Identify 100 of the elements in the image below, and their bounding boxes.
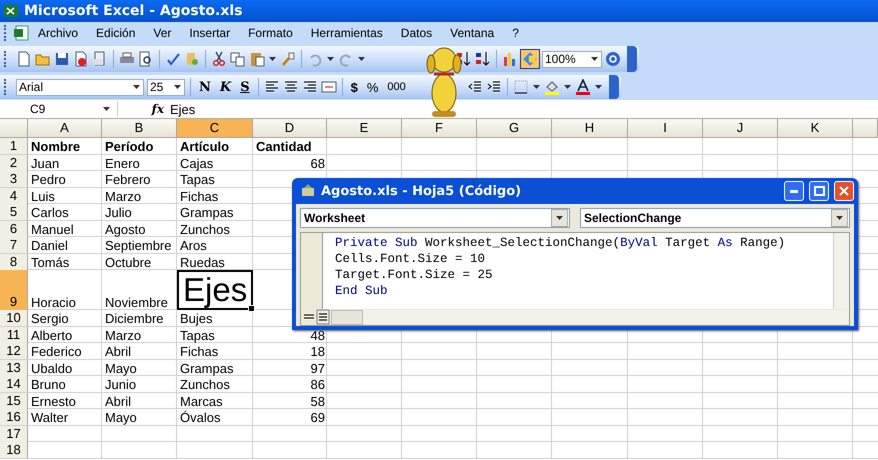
table-cell[interactable]: Enero [102,154,177,170]
menu-item[interactable]: Archivo [29,26,88,40]
module-view-icon[interactable] [316,309,330,325]
vertical-scrollbar[interactable] [833,233,849,309]
name-box[interactable]: C9 [0,101,118,117]
minimize-button[interactable] [784,181,804,201]
table-cell[interactable]: Federico [28,343,102,359]
table-cell[interactable]: Bruno [28,376,102,392]
table-cell[interactable]: 68 [253,154,327,170]
table-cell[interactable]: Marzo [102,188,177,204]
spelling-icon[interactable] [165,51,181,67]
table-cell[interactable]: Tapas [177,326,253,342]
column-header[interactable]: E [327,119,402,138]
dropdown-arrow-icon[interactable] [556,216,563,220]
permission-icon[interactable] [73,51,89,67]
table-cell[interactable]: Bujes [177,310,253,326]
table-cell[interactable]: Abril [102,392,177,408]
menu-item[interactable]: Insertar [180,26,240,40]
table-cell[interactable]: Óvalos [177,409,253,425]
dropdown-arrow-icon[interactable] [836,216,843,220]
italic-button[interactable]: K [216,77,234,97]
table-cell[interactable]: Ruedas [177,254,253,270]
font-size-field[interactable]: 25 [147,78,185,96]
new-document-icon[interactable] [16,51,32,67]
menu-item[interactable]: ? [503,26,528,40]
table-cell[interactable]: Tapas [177,171,253,187]
table-cell[interactable]: Zunchos [177,376,253,392]
column-title[interactable]: Cantidad [253,138,327,154]
dropdown-arrow-icon[interactable] [594,85,602,89]
currency-button[interactable]: $ [348,77,361,97]
chart-icon[interactable] [502,51,518,67]
table-cell[interactable]: Diciembre [102,310,177,326]
table-cell[interactable]: Octubre [102,254,177,270]
active-cell[interactable]: Ejes [177,270,253,310]
table-cell[interactable]: 97 [253,360,327,376]
menu-item[interactable]: Datos [392,26,442,40]
zoom-field[interactable]: 100% [542,50,602,68]
sheet-icon[interactable] [13,25,29,41]
column-header[interactable]: I [628,119,703,138]
table-cell[interactable]: Tomás [28,254,102,270]
code-window-icon[interactable] [300,183,316,199]
dropdown-arrow-icon[interactable] [133,85,140,89]
row-header[interactable]: 7 [0,237,28,253]
row-header[interactable]: 3 [0,171,28,187]
row-header[interactable]: 14 [0,376,28,392]
percent-button[interactable]: % [364,77,382,97]
column-title[interactable]: Período [102,138,177,154]
menu-item[interactable]: Formato [239,26,302,40]
dropdown-arrow-icon[interactable] [103,107,110,111]
menu-item[interactable]: Ver [144,26,180,40]
column-header[interactable]: D [253,119,327,138]
dropdown-arrow-icon[interactable] [591,57,598,61]
close-icon[interactable] [839,186,849,196]
toolbar-options-icon[interactable] [608,75,619,99]
column-header[interactable]: C [177,119,253,138]
table-cell[interactable]: Febrero [102,171,177,187]
table-cell[interactable]: Marzo [102,326,177,342]
merge-center-icon[interactable] [320,79,337,95]
save-icon[interactable] [54,51,70,67]
table-cell[interactable]: Agosto [102,220,177,236]
menu-item[interactable]: Ventana [441,26,504,40]
table-cell[interactable]: Luis [28,188,102,204]
table-cell[interactable]: 18 [253,343,327,359]
table-cell[interactable]: Grampas [177,360,253,376]
scissors-icon[interactable] [211,51,227,67]
table-cell[interactable]: 48 [253,326,327,342]
table-cell[interactable]: Mayo [102,409,177,425]
row-header[interactable]: 17 [0,426,28,442]
dropdown-arrow-icon[interactable] [532,85,540,89]
dropdown-arrow-icon[interactable] [174,85,181,89]
column-title[interactable]: Nombre [28,138,102,154]
sort-descending-icon[interactable] [475,51,491,67]
borders-icon[interactable] [512,79,529,95]
row-header[interactable]: 6 [0,220,28,236]
font-field[interactable]: Arial [16,78,144,96]
row-header[interactable]: 2 [0,154,28,170]
row-header[interactable]: 12 [0,343,28,359]
table-cell[interactable]: Alberto [28,326,102,342]
table-cell[interactable]: Julio [102,204,177,220]
table-cell[interactable]: Walter [28,409,102,425]
dropdown-arrow-icon[interactable] [327,57,334,61]
dropdown-arrow-icon[interactable] [358,57,365,61]
toolbar-options-icon[interactable] [627,46,637,72]
column-header[interactable]: K [778,119,853,138]
table-cell[interactable]: Grampas [177,204,253,220]
table-cell[interactable]: Fichas [177,188,253,204]
bold-button[interactable]: N [196,77,214,97]
table-cell[interactable]: Juan [28,154,102,170]
column-title[interactable]: Artículo [177,138,253,154]
formula-field[interactable]: Ejes [170,102,196,116]
table-cell[interactable]: Noviembre [102,270,177,310]
table-cell[interactable]: Carlos [28,204,102,220]
row-header[interactable]: 15 [0,392,28,408]
insert-function-button[interactable]: fx [118,102,170,116]
font-color-icon[interactable] [574,79,591,95]
table-cell[interactable]: Mayo [102,360,177,376]
row-header[interactable]: 5 [0,204,28,220]
table-cell[interactable]: Marcas [177,392,253,408]
row-header[interactable]: 1 [0,138,28,154]
row-header[interactable]: 9 [0,270,28,310]
